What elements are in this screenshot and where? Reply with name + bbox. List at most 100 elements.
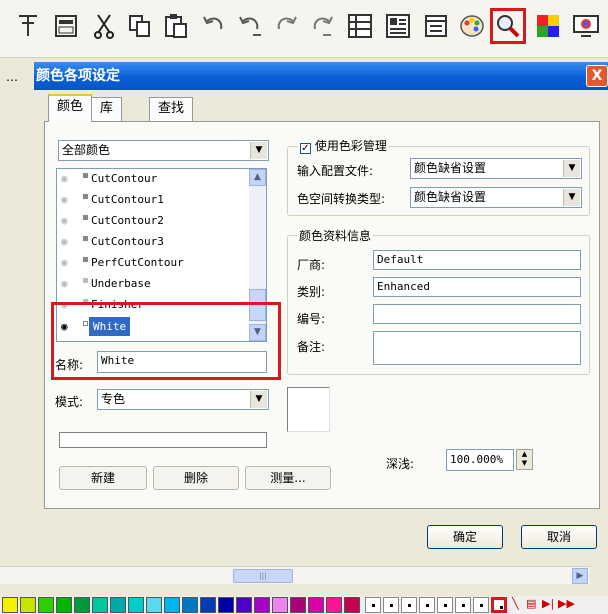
palette-swatch[interactable] bbox=[236, 597, 252, 613]
palette-swatch[interactable] bbox=[110, 597, 126, 613]
color-grid-icon[interactable] bbox=[532, 10, 564, 42]
cancel-button[interactable]: 取消 bbox=[521, 525, 597, 549]
palette-end-icon[interactable]: ▶▶ bbox=[558, 597, 575, 610]
palette-swatch[interactable] bbox=[254, 597, 270, 613]
new-button[interactable]: 新建 bbox=[59, 466, 147, 490]
none-swatch-icon[interactable]: ╲ bbox=[512, 597, 519, 610]
palette-swatch[interactable] bbox=[290, 597, 306, 613]
palette-swatch[interactable] bbox=[20, 597, 36, 613]
layout-icon[interactable] bbox=[344, 10, 376, 42]
color-inspect-icon[interactable] bbox=[490, 8, 526, 44]
highlight-box bbox=[51, 302, 281, 380]
depth-label: 深浅: bbox=[386, 457, 415, 471]
category-label: 类别: bbox=[297, 285, 326, 299]
number-label: 编号: bbox=[297, 312, 326, 326]
app-icon[interactable] bbox=[50, 10, 82, 42]
depth-input[interactable]: 100.000% bbox=[446, 449, 514, 471]
swatch-icon bbox=[83, 194, 88, 199]
registration-swatch-icon[interactable]: ▤ bbox=[526, 597, 536, 610]
list-item[interactable]: ◉ Underbase bbox=[57, 274, 251, 293]
space-convert-select[interactable]: 颜色缺省设置 ▼ bbox=[410, 187, 582, 208]
list-item[interactable]: ◉ PerfCutContour bbox=[57, 253, 251, 272]
chevron-down-icon[interactable]: ▼ bbox=[250, 142, 267, 159]
palette-swatch[interactable] bbox=[218, 597, 234, 613]
close-button[interactable]: X bbox=[586, 65, 608, 87]
palette-swatch-white-selected[interactable] bbox=[491, 597, 507, 613]
ok-button[interactable]: 确定 bbox=[427, 525, 503, 549]
use-color-management-checkbox[interactable]: ✓ bbox=[300, 143, 311, 154]
color-preview-swatch bbox=[287, 387, 330, 432]
palette-swatch[interactable] bbox=[200, 597, 216, 613]
paste-icon[interactable] bbox=[160, 10, 192, 42]
main-toolbar bbox=[0, 0, 608, 58]
chevron-down-icon[interactable]: ▼ bbox=[250, 391, 267, 408]
palette-swatch[interactable] bbox=[182, 597, 198, 613]
scroll-up-icon[interactable]: ▲ bbox=[249, 169, 266, 186]
undo-list-icon[interactable] bbox=[234, 10, 266, 42]
palette-swatch-white[interactable] bbox=[437, 597, 453, 613]
chevron-down-icon[interactable]: ▼ bbox=[563, 189, 580, 206]
layout2-icon[interactable] bbox=[382, 10, 414, 42]
depth-spinner[interactable]: ▲ ▼ bbox=[516, 449, 533, 470]
list-item[interactable]: ◉ CutContour3 bbox=[57, 232, 251, 251]
palette-swatch[interactable] bbox=[344, 597, 360, 613]
tab-library[interactable]: 库 bbox=[91, 97, 123, 121]
palette-swatch[interactable] bbox=[326, 597, 342, 613]
palette-swatch[interactable] bbox=[92, 597, 108, 613]
palette-swatch[interactable] bbox=[74, 597, 90, 613]
copy-icon[interactable] bbox=[124, 10, 156, 42]
tab-color[interactable]: 颜色 bbox=[48, 94, 93, 122]
palette-swatch-white[interactable] bbox=[473, 597, 489, 613]
tab-search[interactable]: 查找 bbox=[149, 97, 194, 121]
palette-next-icon[interactable]: ▶| bbox=[542, 597, 554, 610]
scroll-thumb[interactable]: ||| bbox=[233, 569, 293, 583]
eye-icon[interactable]: ◉ bbox=[61, 274, 75, 293]
color-name: CutContour2 bbox=[91, 214, 164, 227]
color-palette: ╲ ▤ ▶| ▶▶ bbox=[0, 596, 608, 614]
palette-swatch-white[interactable] bbox=[365, 597, 381, 613]
palette-swatch[interactable] bbox=[272, 597, 288, 613]
eye-icon[interactable]: ◉ bbox=[61, 253, 75, 272]
horizontal-scrollbar[interactable]: ||| ▶ bbox=[0, 566, 590, 584]
palette-swatch-white[interactable] bbox=[383, 597, 399, 613]
swatch-icon bbox=[83, 215, 88, 220]
document-icon[interactable] bbox=[420, 10, 452, 42]
palette-swatch-white[interactable] bbox=[419, 597, 435, 613]
color-filter-select[interactable]: 全部颜色 ▼ bbox=[58, 140, 269, 161]
list-item[interactable]: ◉ CutContour2 bbox=[57, 211, 251, 230]
pin-icon[interactable] bbox=[12, 10, 44, 42]
color-name: Underbase bbox=[91, 277, 151, 290]
progress-bar bbox=[59, 432, 267, 448]
cut-icon[interactable] bbox=[88, 10, 120, 42]
monitor-icon[interactable] bbox=[570, 10, 602, 42]
eye-icon[interactable]: ◉ bbox=[61, 190, 75, 209]
palette-swatch[interactable] bbox=[56, 597, 72, 613]
delete-button[interactable]: 删除 bbox=[153, 466, 239, 490]
palette-swatch-white[interactable] bbox=[455, 597, 471, 613]
palette-swatch[interactable] bbox=[2, 597, 18, 613]
input-profile-select[interactable]: 颜色缺省设置 ▼ bbox=[410, 158, 582, 179]
eye-icon[interactable]: ◉ bbox=[61, 211, 75, 230]
mode-select[interactable]: 专色 ▼ bbox=[97, 389, 269, 410]
list-item[interactable]: ◉ CutContour1 bbox=[57, 190, 251, 209]
palette-swatch[interactable] bbox=[308, 597, 324, 613]
redo-icon[interactable] bbox=[270, 10, 302, 42]
color-management-header: ✓ 使用色彩管理 bbox=[298, 137, 389, 154]
eye-icon[interactable]: ◉ bbox=[61, 169, 75, 188]
palette-swatch[interactable] bbox=[128, 597, 144, 613]
palette-swatch[interactable] bbox=[146, 597, 162, 613]
palette-swatch-white[interactable] bbox=[401, 597, 417, 613]
scroll-right-icon[interactable]: ▶ bbox=[572, 568, 588, 584]
palette-swatch[interactable] bbox=[164, 597, 180, 613]
undo-icon[interactable] bbox=[198, 10, 230, 42]
mode-label: 模式: bbox=[55, 395, 84, 409]
space-convert-value: 颜色缺省设置 bbox=[414, 190, 487, 204]
measure-button[interactable]: 测量... bbox=[245, 466, 331, 490]
eye-icon[interactable]: ◉ bbox=[61, 232, 75, 251]
swatch-icon bbox=[83, 278, 88, 283]
redo-list-icon[interactable] bbox=[306, 10, 338, 42]
list-item[interactable]: ◉ CutContour bbox=[57, 169, 251, 188]
palette-swatch[interactable] bbox=[38, 597, 54, 613]
palette-icon[interactable] bbox=[456, 10, 488, 42]
chevron-down-icon[interactable]: ▼ bbox=[563, 160, 580, 177]
